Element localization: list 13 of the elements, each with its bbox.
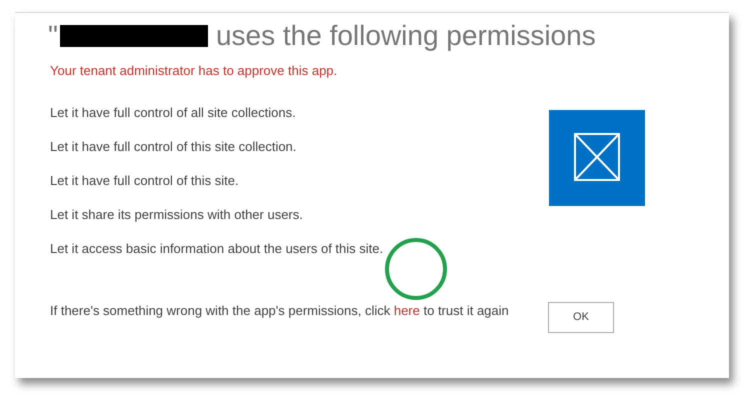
warning-text: Your tenant administrator has to approve this app.	[50, 62, 338, 80]
dialog-title: "	[48, 22, 58, 50]
dialog-title: uses the following permissions	[216, 22, 596, 50]
permission-text: Let it have full control of all site collections.	[50, 105, 297, 120]
permission-text: Let it have full control of this site collection.	[50, 139, 298, 154]
permission-text: Let it share its permissions with other users.	[50, 207, 304, 222]
permission-text: Let it access basic information about the users of this site.	[50, 241, 384, 256]
highlight-circle	[384, 236, 448, 300]
permission-text: Let it have full control of this site.	[50, 173, 240, 188]
app-icon	[549, 110, 645, 206]
trust-link[interactable]: here	[394, 302, 420, 318]
ok-button[interactable]: OK	[548, 302, 614, 333]
footer-text: If there's something wrong with the app's permissions, click here to trust it again	[50, 302, 509, 318]
